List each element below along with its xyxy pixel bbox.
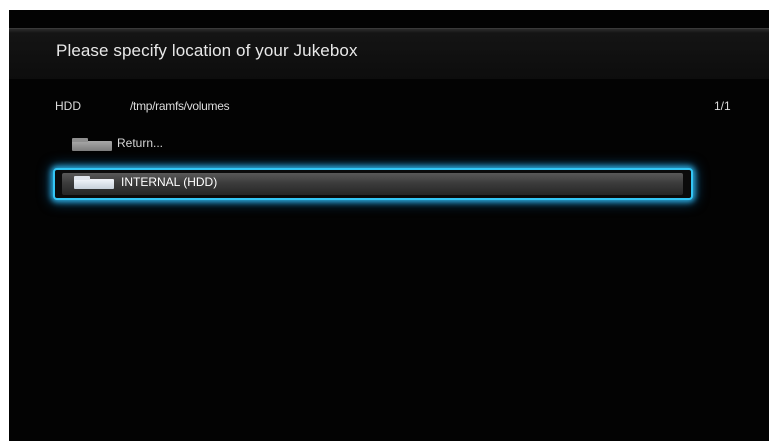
list-item-label: INTERNAL (HDD) (121, 175, 218, 189)
title-bar: Please specify location of your Jukebox (9, 28, 769, 79)
list-item-label: Return... (117, 136, 164, 150)
device-label: HDD (55, 99, 81, 113)
list-item-internal-hdd[interactable]: INTERNAL (HDD) (53, 168, 693, 200)
list-item-return[interactable]: Return... (9, 132, 769, 154)
page-title: Please specify location of your Jukebox (56, 41, 358, 60)
folder-icon (72, 138, 112, 151)
jukebox-location-screen: Please specify location of your Jukebox … (9, 10, 769, 441)
path-label: /tmp/ramfs/volumes (130, 99, 230, 113)
folder-icon (74, 176, 114, 189)
page-counter: 1/1 (714, 99, 731, 113)
